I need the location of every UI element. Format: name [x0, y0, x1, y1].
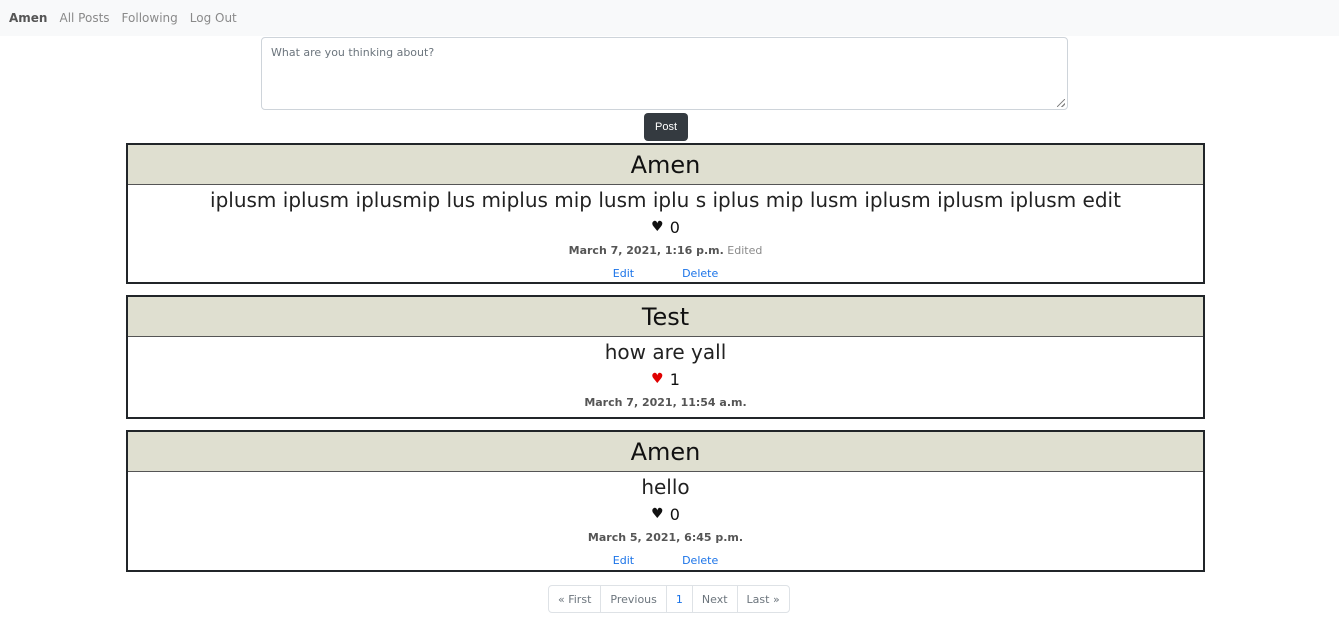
edit-link[interactable]: Edit	[613, 267, 634, 280]
delete-link[interactable]: Delete	[682, 554, 718, 567]
page-previous[interactable]: Previous	[601, 586, 667, 612]
post-content: iplusm iplusm iplusmip lus miplus mip lu…	[210, 188, 1121, 212]
nav-all-posts[interactable]: All Posts	[59, 11, 109, 25]
page-next[interactable]: Next	[693, 586, 738, 612]
post-author[interactable]: Test	[128, 297, 1203, 337]
post-meta: March 5, 2021, 6:45 p.m.	[128, 527, 1203, 549]
post-timestamp: March 7, 2021, 1:16 p.m.	[568, 244, 724, 257]
like-row: ♥ 1	[128, 366, 1203, 392]
new-post-textarea[interactable]: What are you thinking about?	[261, 37, 1068, 110]
delete-link[interactable]: Delete	[682, 267, 718, 280]
heart-icon[interactable]: ♥	[651, 371, 664, 387]
post-meta: March 7, 2021, 11:54 a.m.	[128, 392, 1203, 414]
navbar: Amen All Posts Following Log Out	[0, 0, 1339, 36]
post-author[interactable]: Amen	[128, 145, 1203, 185]
post-timestamp: March 5, 2021, 6:45 p.m.	[587, 531, 744, 544]
nav-following[interactable]: Following	[122, 11, 178, 25]
page-current[interactable]: 1	[667, 586, 693, 612]
pagination: « First Previous 1 Next Last »	[548, 585, 790, 613]
textarea-placeholder: What are you thinking about?	[271, 46, 435, 59]
post-card: Test how are yall ♥ 1 March 7, 2021, 11:…	[126, 295, 1205, 419]
like-row: ♥ 0	[128, 501, 1203, 527]
heart-icon[interactable]: ♥	[651, 219, 664, 235]
post-timestamp: March 7, 2021, 11:54 a.m.	[584, 396, 747, 409]
post-button[interactable]: Post	[644, 113, 688, 141]
post-actions: Edit Delete	[128, 262, 1203, 284]
resize-handle-icon[interactable]	[1057, 99, 1065, 107]
like-count: 1	[669, 369, 680, 389]
edited-label: Edited	[727, 244, 763, 257]
edit-link[interactable]: Edit	[613, 554, 634, 567]
post-actions: Edit Delete	[128, 549, 1203, 571]
post-content: hello	[641, 475, 690, 499]
like-count: 0	[669, 504, 680, 524]
post-content: how are yall	[604, 340, 727, 364]
like-count: 0	[669, 217, 680, 237]
post-author[interactable]: Amen	[128, 432, 1203, 472]
post-meta: March 7, 2021, 1:16 p.m. Edited	[128, 240, 1203, 262]
post-card: Amen iplusm iplusm iplusmip lus miplus m…	[126, 143, 1205, 284]
heart-icon[interactable]: ♥	[651, 506, 664, 522]
nav-log-out[interactable]: Log Out	[190, 11, 237, 25]
post-card: Amen hello ♥ 0 March 5, 2021, 6:45 p.m. …	[126, 430, 1205, 572]
nav-brand[interactable]: Amen	[9, 11, 47, 25]
page-first[interactable]: « First	[549, 586, 602, 612]
like-row: ♥ 0	[128, 214, 1203, 240]
page-last[interactable]: Last »	[738, 586, 789, 612]
